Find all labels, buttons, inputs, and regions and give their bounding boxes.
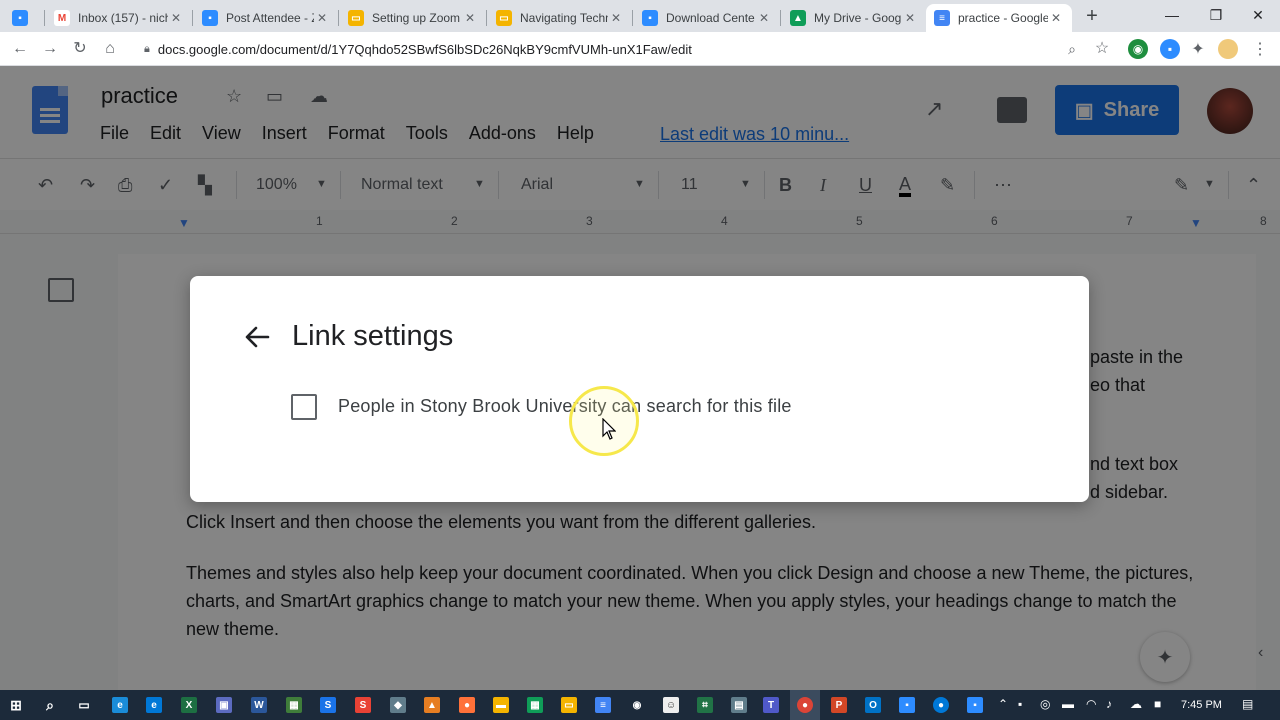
zoom-icon: ▪ — [12, 10, 28, 26]
chrome-icon[interactable]: ● — [797, 697, 813, 713]
close-tab-icon[interactable]: ✕ — [756, 11, 772, 25]
slides-icon: ▭ — [348, 10, 364, 26]
app-icon[interactable]: ▦ — [286, 697, 302, 713]
taskbar-clock[interactable]: 7:45 PM — [1181, 699, 1222, 711]
tray-chevron-icon[interactable]: ⌃ — [998, 697, 1008, 711]
address-bar[interactable]: 🔒︎ docs.google.com/document/d/1Y7Qqhdo52… — [134, 35, 1094, 63]
url-text: docs.google.com/document/d/1Y7Qqhdo52SBw… — [157, 41, 692, 57]
mouse-cursor-icon — [602, 417, 617, 445]
zoom-icon[interactable]: ▪ — [967, 697, 983, 713]
close-tab-icon[interactable]: ✕ — [902, 11, 918, 25]
zoom-icon: ▪ — [202, 10, 218, 26]
browser-tab-strip: ▪ M Inbox (157) - nich ✕ ▪ Post Attendee… — [0, 0, 1280, 32]
calculator-icon[interactable]: ▤ — [731, 697, 747, 713]
minimize-button[interactable]: — — [1150, 0, 1194, 32]
excel-icon[interactable]: X — [181, 697, 197, 713]
menu-kebab-icon[interactable]: ⋮ — [1250, 39, 1270, 59]
word-icon[interactable]: W — [251, 697, 267, 713]
tray-icon[interactable]: ▬ — [1062, 697, 1074, 711]
app-icon[interactable]: ◉ — [629, 697, 645, 713]
searchable-checkbox-label[interactable]: People in Stony Brook University can sea… — [338, 396, 792, 417]
tab-my-drive[interactable]: ▲ My Drive - Googl ✕ — [782, 4, 926, 32]
network-icon[interactable]: ☁ — [1130, 697, 1142, 711]
docs-icon: ≡ — [934, 10, 950, 26]
edge-icon[interactable]: e — [146, 697, 162, 713]
close-tab-icon[interactable]: ✕ — [462, 11, 478, 25]
tray-icon[interactable]: ◎ — [1040, 697, 1050, 711]
zoom-tray-icon[interactable]: ▪ — [1018, 697, 1022, 711]
tab-download-center[interactable]: ▪ Download Cente ✕ — [634, 4, 780, 32]
notifications-icon[interactable]: ▤ — [1242, 697, 1253, 711]
back-nav-icon[interactable]: ← — [8, 37, 32, 61]
extension-icon[interactable]: ◉ — [1128, 39, 1148, 59]
slides-icon: ▭ — [496, 10, 512, 26]
sheets-icon[interactable]: ▦ — [527, 697, 543, 713]
home-icon[interactable]: ⌂ — [98, 37, 122, 61]
close-tab-icon[interactable]: ✕ — [168, 11, 184, 25]
app-icon[interactable]: ⌗ — [697, 697, 713, 713]
app-s-red-icon[interactable]: S — [355, 697, 371, 713]
browser-toolbar: ← → ↻ ⌂ 🔒︎ docs.google.com/document/d/1Y… — [0, 32, 1280, 90]
teams-icon[interactable]: T — [763, 697, 779, 713]
zoom-icon[interactable]: ▪ — [899, 697, 915, 713]
app-icon[interactable]: ◆ — [390, 697, 406, 713]
tab-post-attendee[interactable]: ▪ Post Attendee - Z ✕ — [194, 4, 338, 32]
tab-practice[interactable]: ≡ practice - Google ✕ — [926, 4, 1072, 32]
tab-setting-up-zoom[interactable]: ▭ Setting up Zoom ✕ — [340, 4, 486, 32]
powerpoint-icon[interactable]: P — [831, 697, 847, 713]
close-tab-icon[interactable]: ✕ — [608, 11, 624, 25]
file-explorer-icon[interactable]: ▬ — [493, 697, 509, 713]
lock-icon: 🔒︎ — [144, 42, 150, 55]
store-icon[interactable]: ▣ — [216, 697, 232, 713]
close-tab-icon[interactable]: ✕ — [1048, 11, 1064, 25]
tab-zoom-pinned[interactable]: ▪ — [4, 4, 44, 32]
link-settings-dialog: Link settings People in Stony Brook Univ… — [190, 276, 1089, 502]
gmail-icon: M — [54, 10, 70, 26]
task-view-icon[interactable]: ▭ — [76, 697, 92, 713]
back-arrow-icon[interactable] — [240, 320, 274, 354]
windows-taskbar: ⊞ ⌕ ▭ e e X ▣ W ▦ S S ◆ ▲ ● ▬ ▦ ▭ ≡ ◉ ☺ … — [0, 690, 1280, 720]
app-icon[interactable]: ▲ — [424, 697, 440, 713]
reload-icon[interactable]: ↻ — [68, 37, 92, 61]
close-tab-icon[interactable]: ✕ — [314, 11, 330, 25]
windows-start-icon[interactable]: ⊞ — [8, 697, 24, 713]
bookmark-star-icon[interactable]: ☆ — [1090, 37, 1114, 61]
puzzle-icon[interactable]: ✦ — [1188, 39, 1208, 59]
tab-gmail[interactable]: M Inbox (157) - nich ✕ — [46, 4, 192, 32]
outlook-icon[interactable]: O — [865, 697, 881, 713]
docs-icon[interactable]: ≡ — [595, 697, 611, 713]
search-icon[interactable]: ⌕ — [42, 697, 58, 713]
drive-icon: ▲ — [790, 10, 806, 26]
app-s-icon[interactable]: S — [320, 697, 336, 713]
maximize-button[interactable]: ❐ — [1194, 0, 1238, 32]
zoom-magnifier-icon[interactable]: ⌕ — [1060, 37, 1084, 61]
profile-avatar[interactable] — [1218, 39, 1238, 59]
close-window-button[interactable]: ✕ — [1236, 0, 1280, 32]
zoom-icon: ▪ — [642, 10, 658, 26]
app-icon[interactable]: ☺ — [663, 697, 679, 713]
volume-icon[interactable]: ♪ — [1106, 697, 1112, 711]
firefox-icon[interactable]: ● — [459, 697, 475, 713]
tray-icon[interactable]: ■ — [1154, 697, 1161, 711]
wifi-icon[interactable]: ◠ — [1086, 697, 1096, 711]
edge-legacy-icon[interactable]: e — [112, 697, 128, 713]
forward-nav-icon[interactable]: → — [38, 37, 62, 61]
searchable-checkbox[interactable] — [291, 394, 317, 420]
app-icon[interactable]: ● — [933, 697, 949, 713]
slides-icon[interactable]: ▭ — [561, 697, 577, 713]
new-tab-button[interactable]: + — [1082, 4, 1102, 28]
tab-navigating-tech[interactable]: ▭ Navigating Techn ✕ — [488, 4, 632, 32]
zoom-extension-icon[interactable]: ▪ — [1160, 39, 1180, 59]
dialog-title: Link settings — [292, 320, 454, 352]
